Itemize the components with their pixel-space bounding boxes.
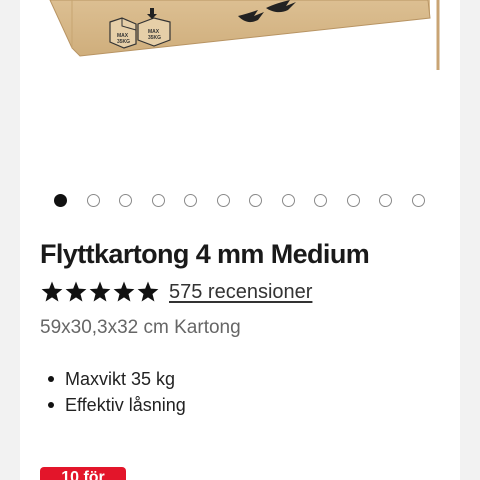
star-rating [40,280,160,304]
carousel-dot-7[interactable] [249,194,262,207]
box-icon: MAX 35KG [109,17,137,49]
carousel-dot-9[interactable] [314,194,327,207]
bullet-icon [48,402,54,408]
carousel-dot-10[interactable] [346,194,360,207]
feature-list: Maxvikt 35 kg Effektiv låsning [48,366,186,418]
carousel-dot-6[interactable] [216,194,230,207]
carousel-dot-4[interactable] [151,194,165,207]
carousel-dot-2[interactable] [86,194,100,207]
promo-badge: 10 för [40,467,126,480]
star-icon [65,281,87,302]
carousel-dot-5[interactable] [184,194,197,207]
product-image[interactable]: MAX 35KG MAX 35KG [20,0,460,120]
carousel-dot-8[interactable] [281,194,295,207]
reviews-link[interactable]: 575 recensioner [169,281,312,304]
bullet-icon [48,376,54,382]
carousel-pagination [54,194,425,207]
carousel-dot-11[interactable] [379,194,392,207]
carousel-dot-12[interactable] [411,194,425,207]
rating-row: 575 recensioner [40,280,312,304]
product-dimensions: 59x30,3x32 cm Kartong [40,317,241,338]
star-icon [41,281,63,302]
product-card: MAX 35KG MAX 35KG Flyttkartong 4 mm Medi… [20,0,460,480]
product-title: Flyttkartong 4 mm Medium [40,239,370,269]
carousel-dot-1[interactable] [54,194,67,207]
list-item: Effektiv låsning [48,392,186,418]
star-icon [89,281,111,302]
star-icon [137,281,159,302]
feature-text: Maxvikt 35 kg [65,368,176,389]
box-print-text-4: 35KG [148,35,161,41]
star-icon [113,281,135,302]
box-print-text-2: 35KG [117,39,130,45]
feature-text: Effektiv låsning [65,394,186,415]
list-item: Maxvikt 35 kg [48,366,186,392]
carousel-dot-3[interactable] [119,194,132,207]
